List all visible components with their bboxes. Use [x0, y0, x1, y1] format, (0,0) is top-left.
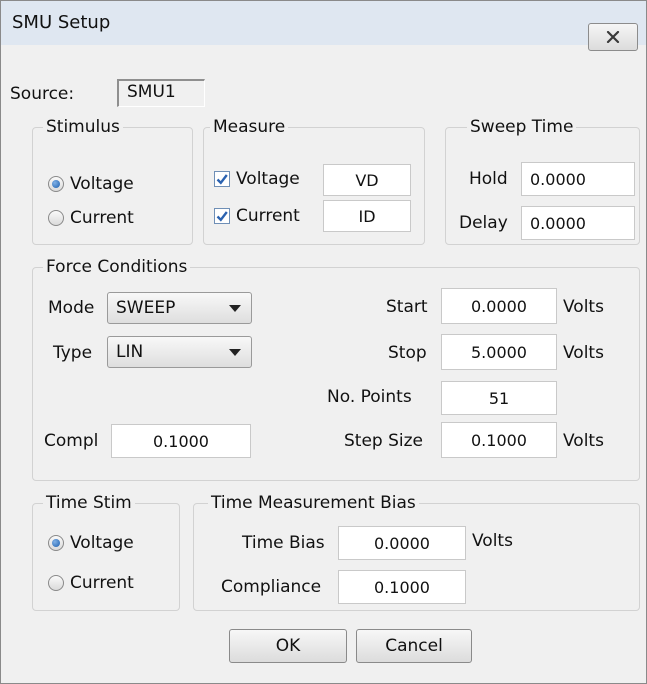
- force-conditions-legend: Force Conditions: [43, 257, 191, 277]
- measure-voltage-checkbox[interactable]: [214, 171, 230, 187]
- time-stim-voltage-radio[interactable]: [48, 535, 64, 551]
- step-size-unit: Volts: [563, 431, 604, 451]
- chevron-down-icon: [229, 349, 241, 356]
- source-value: SMU1: [117, 79, 205, 107]
- close-x-icon: [606, 31, 620, 43]
- time-measurement-bias-legend: Time Measurement Bias: [208, 493, 419, 513]
- mode-select-value: SWEEP: [116, 298, 176, 318]
- start-input[interactable]: 0.0000: [441, 288, 557, 324]
- window-title: SMU Setup: [12, 12, 111, 33]
- type-select[interactable]: LIN: [107, 336, 252, 368]
- stimulus-legend: Stimulus: [43, 117, 123, 137]
- stop-label: Stop: [388, 343, 427, 363]
- compl-label: Compl: [44, 431, 99, 451]
- hold-label: Hold: [469, 169, 508, 189]
- compl-input[interactable]: 0.1000: [111, 424, 251, 458]
- type-select-value: LIN: [116, 342, 144, 362]
- measure-voltage-name-input[interactable]: VD: [323, 164, 411, 196]
- time-stim-current-label: Current: [70, 573, 134, 593]
- time-bias-input[interactable]: 0.0000: [338, 526, 466, 560]
- ok-button[interactable]: OK: [229, 629, 347, 663]
- compliance-label: Compliance: [221, 577, 322, 597]
- stimulus-current-label: Current: [70, 208, 134, 228]
- stimulus-voltage-label: Voltage: [70, 174, 134, 194]
- time-bias-unit: Volts: [472, 531, 513, 551]
- checkmark-icon: [216, 211, 228, 222]
- time-stim-legend: Time Stim: [43, 493, 135, 513]
- measure-current-name-input[interactable]: ID: [323, 200, 411, 232]
- stop-unit: Volts: [563, 343, 604, 363]
- measure-legend: Measure: [210, 117, 289, 137]
- close-button[interactable]: [588, 23, 638, 51]
- measure-voltage-label: Voltage: [236, 169, 300, 189]
- no-points-label: No. Points: [327, 387, 412, 407]
- checkmark-icon: [216, 174, 228, 185]
- title-bar: SMU Setup: [1, 1, 646, 51]
- measure-current-label: Current: [236, 206, 300, 226]
- hold-input[interactable]: 0.0000: [521, 162, 635, 196]
- start-label: Start: [386, 297, 428, 317]
- delay-input[interactable]: 0.0000: [521, 206, 635, 240]
- radio-dot: [52, 539, 60, 547]
- cancel-button[interactable]: Cancel: [356, 629, 472, 663]
- sweep-time-legend: Sweep Time: [467, 117, 577, 137]
- measure-current-checkbox[interactable]: [214, 208, 230, 224]
- compliance-input[interactable]: 0.1000: [338, 570, 466, 604]
- type-label: Type: [53, 343, 93, 363]
- time-bias-label: Time Bias: [242, 533, 325, 553]
- radio-dot: [52, 180, 60, 188]
- time-stim-voltage-label: Voltage: [70, 533, 134, 553]
- mode-select[interactable]: SWEEP: [107, 292, 252, 324]
- start-unit: Volts: [563, 297, 604, 317]
- source-label: Source:: [10, 84, 75, 104]
- mode-label: Mode: [48, 298, 95, 318]
- delay-label: Delay: [459, 213, 508, 233]
- stimulus-voltage-radio[interactable]: [48, 176, 64, 192]
- no-points-input[interactable]: 51: [441, 381, 557, 415]
- step-size-label: Step Size: [344, 431, 424, 451]
- stop-input[interactable]: 5.0000: [441, 334, 557, 370]
- smu-setup-dialog: SMU Setup Source: SMU1 Stimulus Voltage …: [0, 0, 647, 684]
- time-stim-group: [32, 503, 180, 611]
- time-stim-current-radio[interactable]: [48, 575, 64, 591]
- stimulus-current-radio[interactable]: [48, 210, 64, 226]
- chevron-down-icon: [229, 305, 241, 312]
- step-size-input[interactable]: 0.1000: [441, 422, 557, 458]
